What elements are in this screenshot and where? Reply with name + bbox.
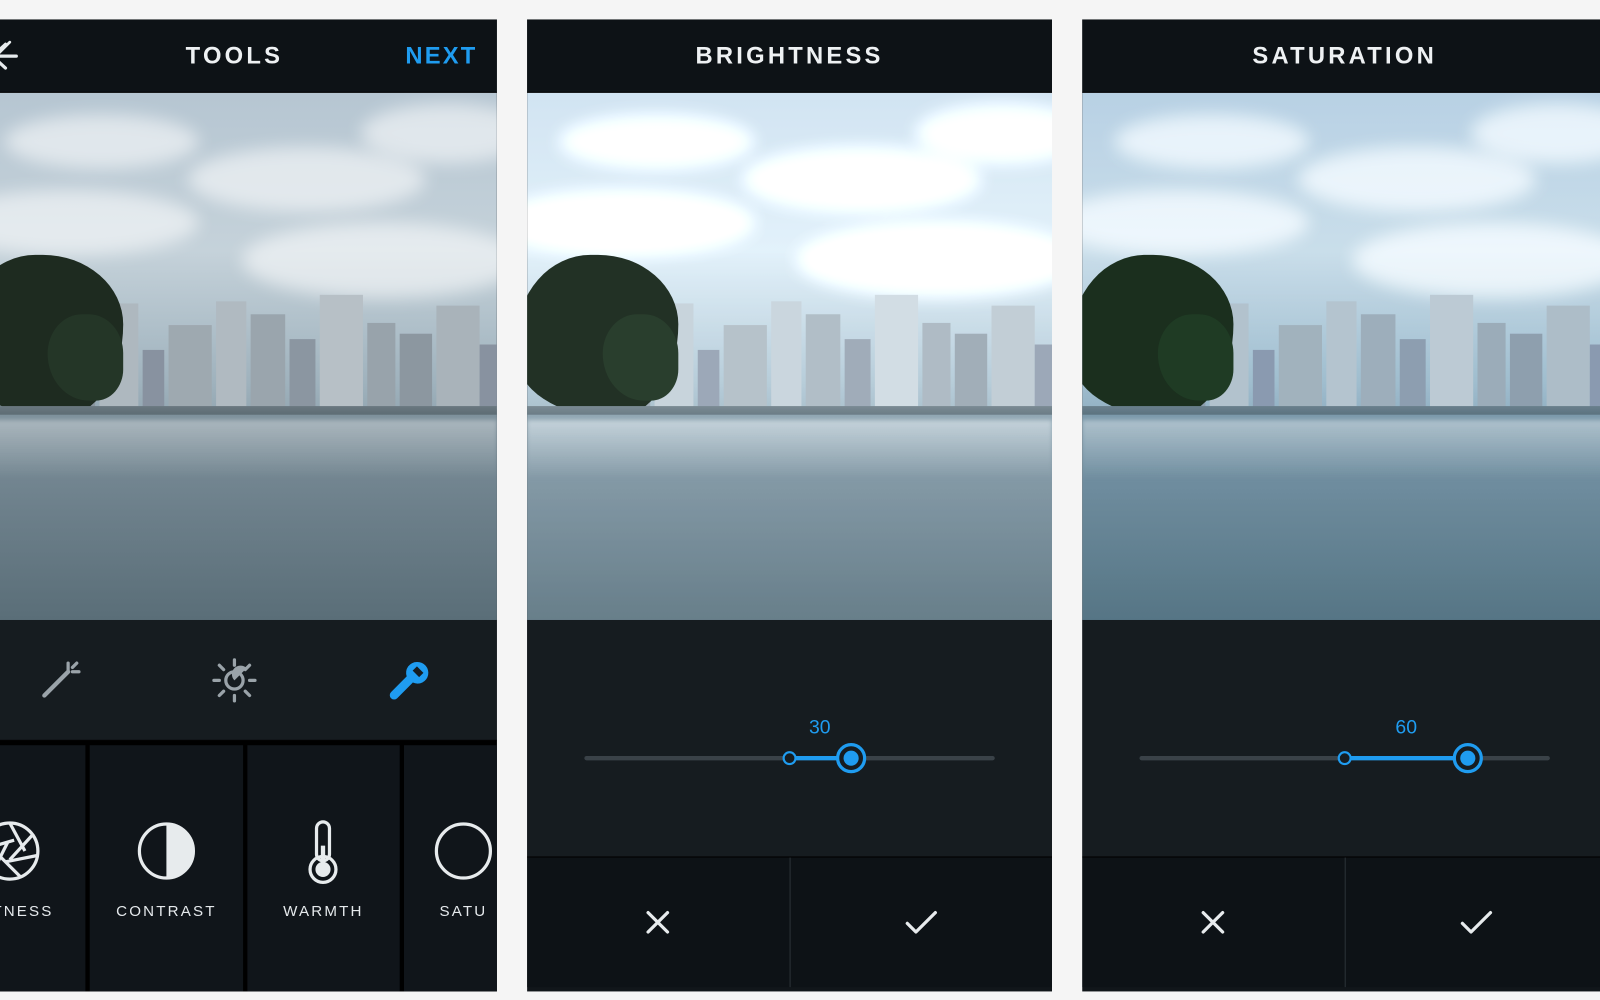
contrast-icon: [133, 818, 200, 885]
tool-tabs: [0, 620, 497, 741]
slider-value: 30: [809, 716, 831, 739]
tile-label: CONTRAST: [116, 902, 216, 919]
header-title: BRIGHTNESS: [695, 42, 883, 70]
aperture-icon: [0, 818, 43, 885]
tab-wrench[interactable]: [381, 652, 437, 708]
slider-center-marker: [1338, 751, 1352, 765]
tile-label: WARMTH: [283, 902, 363, 919]
check-icon: [1458, 906, 1495, 938]
slider-center-marker: [783, 751, 797, 765]
tool-tiles: GHTNESS CONTRAST: [0, 741, 497, 992]
tile-warmth[interactable]: WARMTH: [247, 745, 400, 991]
slider-track[interactable]: [1139, 756, 1549, 760]
header: TOOLS NEXT: [0, 19, 497, 92]
cancel-button[interactable]: [1082, 858, 1345, 988]
tile-contrast[interactable]: CONTRAST: [90, 745, 243, 991]
confirm-bar: [1082, 858, 1600, 988]
cancel-button[interactable]: [527, 858, 790, 988]
photo-preview[interactable]: [527, 93, 1052, 620]
tile-brightness[interactable]: GHTNESS: [0, 745, 86, 991]
done-button[interactable]: [1345, 858, 1600, 988]
slider-value: 60: [1395, 716, 1417, 739]
header: BRIGHTNESS: [527, 19, 1052, 92]
photo-preview[interactable]: [0, 93, 497, 620]
tile-saturation[interactable]: SATU: [404, 745, 497, 991]
thermometer-icon: [290, 818, 357, 885]
wrench-icon: [385, 655, 435, 705]
confirm-bar: [527, 858, 1052, 988]
header: SATURATION: [1082, 19, 1600, 92]
tile-label: GHTNESS: [0, 902, 54, 919]
tile-label: SATU: [439, 902, 487, 919]
slider-area: 30: [527, 620, 1052, 858]
close-icon: [642, 906, 674, 938]
saturation-icon: [430, 818, 497, 885]
back-button[interactable]: [0, 36, 22, 75]
slider-area: 60: [1082, 620, 1600, 858]
slider-handle[interactable]: [836, 743, 866, 773]
tab-magic-wand[interactable]: [31, 652, 87, 708]
screen-brightness: BRIGHTNESS 30: [527, 19, 1052, 991]
slider-handle[interactable]: [1453, 743, 1483, 773]
done-button[interactable]: [790, 858, 1052, 988]
next-button[interactable]: NEXT: [405, 42, 477, 70]
header-title: SATURATION: [1252, 42, 1437, 70]
slider-fill: [1345, 756, 1468, 760]
screen-tools: TOOLS NEXT: [0, 19, 497, 991]
close-icon: [1197, 906, 1229, 938]
back-arrow-icon: [0, 39, 18, 71]
photo-preview[interactable]: [1082, 93, 1600, 620]
screen-saturation: SATURATION 60: [1082, 19, 1600, 991]
lux-icon: [210, 655, 260, 705]
tab-lux[interactable]: [206, 652, 262, 708]
header-title: TOOLS: [186, 42, 284, 70]
slider-track[interactable]: [584, 756, 994, 760]
magic-wand-icon: [36, 656, 84, 704]
check-icon: [903, 906, 940, 938]
